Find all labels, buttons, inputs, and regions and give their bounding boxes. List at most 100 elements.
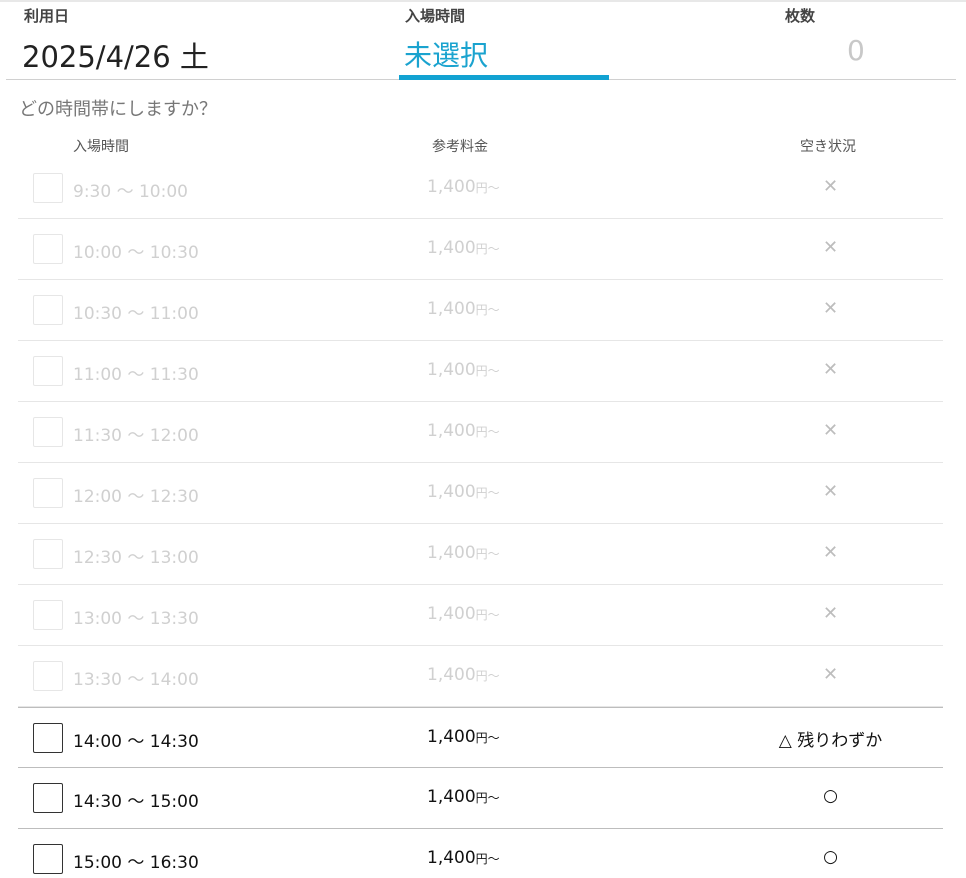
time-slot-row: 11:30 ～ 12:00 1,400円～ ✕ bbox=[18, 402, 943, 463]
price-amount: 1,400 bbox=[427, 787, 476, 807]
time-slot-price: 1,400円～ bbox=[427, 787, 500, 807]
availability-status: ○ bbox=[823, 847, 838, 867]
unavailable-icon: ✕ bbox=[822, 542, 839, 563]
time-slot-row: 12:00 ～ 12:30 1,400円～ ✕ bbox=[18, 463, 943, 524]
time-slot-list: 9:30 ～ 10:00 1,400円～ ✕ 10:00 ～ 10:30 1,400円～… bbox=[18, 158, 943, 878]
time-slot-price: 1,400円～ bbox=[427, 360, 500, 380]
price-amount: 1,400 bbox=[427, 727, 476, 747]
time-slot-row: 10:00 ～ 10:30 1,400円～ ✕ bbox=[18, 219, 943, 280]
time-slot-row[interactable]: 14:00 ～ 14:30 1,400円～ △ 残りわずか bbox=[18, 707, 943, 768]
table-header: 入場時間 参考料金 空き状況 bbox=[18, 136, 943, 156]
time-slot-price: 1,400円～ bbox=[427, 482, 500, 502]
price-amount: 1,400 bbox=[427, 421, 476, 441]
time-slot-row[interactable]: 14:30 ～ 15:00 1,400円～ ○ bbox=[18, 768, 943, 829]
price-unit: 円～ bbox=[475, 791, 500, 805]
ticket-count-value: 0 bbox=[847, 34, 865, 67]
time-slot-checkbox bbox=[33, 478, 63, 508]
price-amount: 1,400 bbox=[427, 360, 476, 380]
time-slot-range: 10:00 ～ 10:30 bbox=[73, 243, 199, 263]
column-header-price: 参考料金 bbox=[432, 139, 488, 155]
price-amount: 1,400 bbox=[427, 177, 476, 197]
price-amount: 1,400 bbox=[427, 848, 476, 868]
column-header-status: 空き状況 bbox=[800, 139, 856, 155]
date-value: 2025/4/26 土 bbox=[22, 40, 209, 74]
active-tab-indicator bbox=[399, 75, 609, 80]
price-unit: 円～ bbox=[475, 242, 500, 256]
time-slot-price: 1,400円～ bbox=[427, 604, 500, 624]
time-slot-range: 10:30 ～ 11:00 bbox=[73, 304, 199, 324]
time-slot-row: 12:30 ～ 13:00 1,400円～ ✕ bbox=[18, 524, 943, 585]
time-slot-checkbox bbox=[33, 417, 63, 447]
time-slot-row: 10:30 ～ 11:00 1,400円～ ✕ bbox=[18, 280, 943, 341]
time-slot-checkbox bbox=[33, 600, 63, 630]
time-slot-range: 12:30 ～ 13:00 bbox=[73, 548, 199, 568]
time-slot-range: 13:00 ～ 13:30 bbox=[73, 609, 199, 629]
time-slot-range: 14:00 ～ 14:30 bbox=[73, 732, 199, 752]
time-slot-price: 1,400円～ bbox=[427, 299, 500, 319]
time-slot-range: 15:00 ～ 16:30 bbox=[73, 853, 199, 873]
time-slot-checkbox bbox=[33, 356, 63, 386]
price-amount: 1,400 bbox=[427, 482, 476, 502]
price-unit: 円～ bbox=[475, 608, 500, 622]
unavailable-icon: ✕ bbox=[822, 481, 839, 502]
time-slot-price: 1,400円～ bbox=[427, 177, 500, 197]
time-slot-checkbox[interactable] bbox=[33, 723, 63, 753]
price-unit: 円～ bbox=[475, 364, 500, 378]
time-slot-range: 9:30 ～ 10:00 bbox=[73, 182, 188, 202]
selection-summary-header: 利用日 2025/4/26 土 入場時間 未選択 枚数 0 bbox=[6, 2, 956, 80]
unavailable-icon: ✕ bbox=[822, 237, 839, 258]
unavailable-icon: ✕ bbox=[822, 420, 839, 441]
ticket-count-summary[interactable]: 枚数 0 bbox=[766, 2, 956, 80]
price-amount: 1,400 bbox=[427, 299, 476, 319]
time-slot-price: 1,400円～ bbox=[427, 665, 500, 685]
time-slot-price: 1,400円～ bbox=[427, 543, 500, 563]
price-unit: 円～ bbox=[475, 181, 500, 195]
availability-status: △ 残りわずか bbox=[778, 731, 883, 751]
price-unit: 円～ bbox=[475, 486, 500, 500]
price-amount: 1,400 bbox=[427, 238, 476, 258]
unavailable-icon: ✕ bbox=[822, 359, 839, 380]
time-slot-checkbox bbox=[33, 539, 63, 569]
time-slot-range: 11:00 ～ 11:30 bbox=[73, 365, 199, 385]
time-slot-range: 11:30 ～ 12:00 bbox=[73, 426, 199, 446]
time-slot-range: 12:00 ～ 12:30 bbox=[73, 487, 199, 507]
unavailable-icon: ✕ bbox=[822, 176, 839, 197]
unavailable-icon: ✕ bbox=[822, 664, 839, 685]
availability-status: ○ bbox=[823, 786, 838, 806]
time-question: どの時間帯にしますか？ bbox=[19, 99, 217, 120]
time-slot-checkbox bbox=[33, 295, 63, 325]
ticket-count-label: 枚数 bbox=[785, 7, 816, 25]
price-amount: 1,400 bbox=[427, 665, 476, 685]
time-slot-checkbox bbox=[33, 661, 63, 691]
price-unit: 円～ bbox=[475, 425, 500, 439]
price-amount: 1,400 bbox=[427, 543, 476, 563]
time-slot-checkbox bbox=[33, 234, 63, 264]
entry-time-summary-tab[interactable]: 入場時間 未選択 bbox=[399, 2, 609, 80]
column-header-time: 入場時間 bbox=[73, 139, 129, 155]
time-slot-row: 11:00 ～ 11:30 1,400円～ ✕ bbox=[18, 341, 943, 402]
time-slot-price: 1,400円～ bbox=[427, 421, 500, 441]
time-slot-range: 14:30 ～ 15:00 bbox=[73, 792, 199, 812]
entry-time-value: 未選択 bbox=[404, 39, 489, 72]
price-unit: 円～ bbox=[475, 669, 500, 683]
time-slot-price: 1,400円～ bbox=[427, 727, 500, 747]
price-amount: 1,400 bbox=[427, 604, 476, 624]
time-slot-checkbox[interactable] bbox=[33, 844, 63, 874]
time-slot-row: 9:30 ～ 10:00 1,400円～ ✕ bbox=[18, 158, 943, 219]
entry-time-label: 入場時間 bbox=[405, 7, 466, 25]
price-unit: 円～ bbox=[475, 731, 500, 745]
time-slot-price: 1,400円～ bbox=[427, 238, 500, 258]
price-unit: 円～ bbox=[475, 547, 500, 561]
time-slot-checkbox bbox=[33, 173, 63, 203]
unavailable-icon: ✕ bbox=[822, 298, 839, 319]
date-summary[interactable]: 利用日 2025/4/26 土 bbox=[6, 2, 386, 80]
time-slot-row[interactable]: 15:00 ～ 16:30 1,400円～ ○ bbox=[18, 829, 943, 878]
time-slot-checkbox[interactable] bbox=[33, 783, 63, 813]
time-slot-price: 1,400円～ bbox=[427, 848, 500, 868]
time-slot-row: 13:00 ～ 13:30 1,400円～ ✕ bbox=[18, 585, 943, 646]
price-unit: 円～ bbox=[475, 852, 500, 866]
date-label: 利用日 bbox=[24, 7, 70, 25]
time-slot-range: 13:30 ～ 14:00 bbox=[73, 670, 199, 690]
time-slot-row: 13:30 ～ 14:00 1,400円～ ✕ bbox=[18, 646, 943, 707]
unavailable-icon: ✕ bbox=[822, 603, 839, 624]
